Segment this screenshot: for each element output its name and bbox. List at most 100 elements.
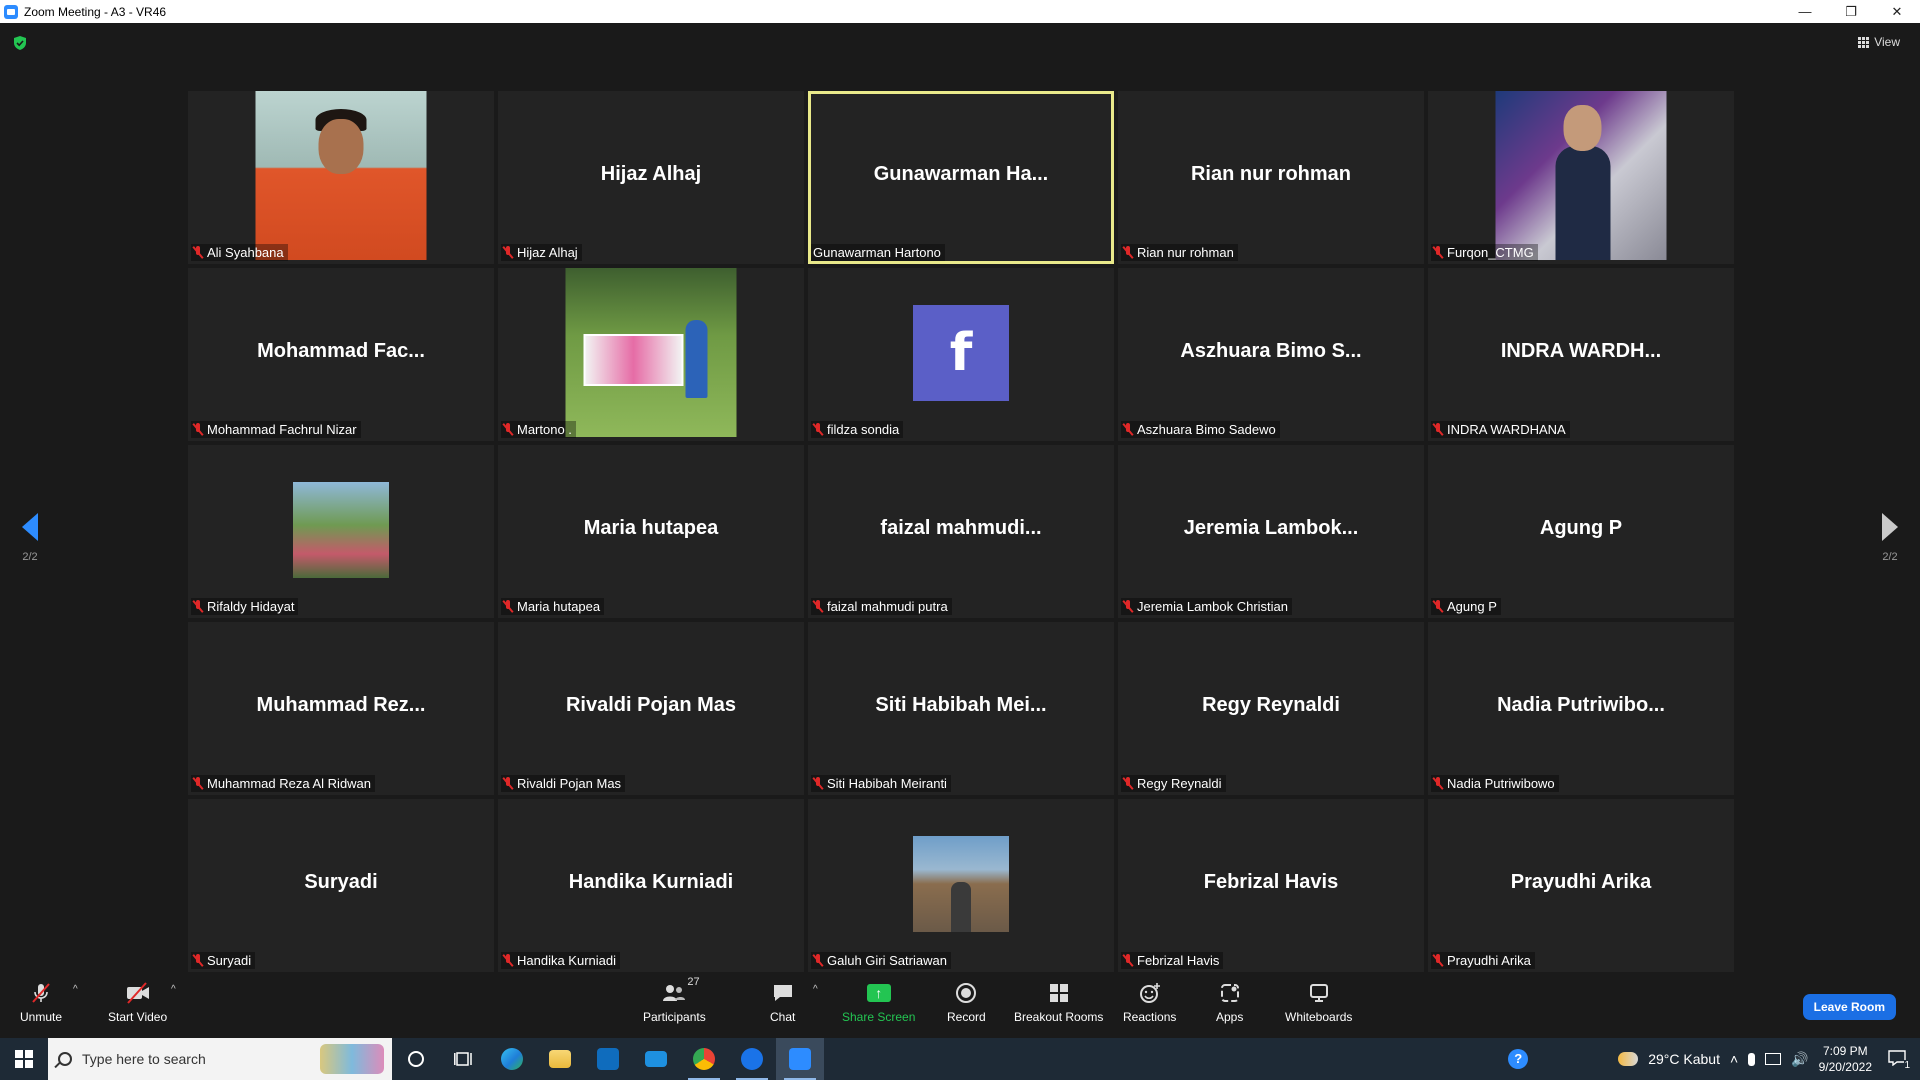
mic-muted-icon bbox=[1433, 954, 1443, 967]
mail-taskbar-button[interactable] bbox=[632, 1038, 680, 1080]
volume-icon[interactable]: 🔊 bbox=[1791, 1051, 1808, 1068]
restore-button[interactable]: ❐ bbox=[1828, 0, 1874, 23]
mic-muted-icon bbox=[1123, 246, 1133, 259]
participant-tile[interactable]: Nadia Putriwibo... Nadia Putriwibowo bbox=[1428, 622, 1734, 795]
chat-button[interactable]: Chat bbox=[770, 980, 795, 1024]
participants-button[interactable]: 27 Participants bbox=[643, 976, 706, 1024]
task-view-icon bbox=[454, 1052, 472, 1066]
participant-tile[interactable]: Rivaldi Pojan Mas Rivaldi Pojan Mas bbox=[498, 622, 804, 795]
reactions-button[interactable]: Reactions bbox=[1123, 980, 1176, 1024]
participant-name-label: Regy Reynaldi bbox=[1121, 775, 1226, 792]
tray-expand-icon[interactable]: ˄ bbox=[1730, 1051, 1738, 1067]
participant-tile[interactable]: Maria hutapea Maria hutapea bbox=[498, 445, 804, 618]
participant-tile[interactable]: Jeremia Lambok... Jeremia Lambok Christia… bbox=[1118, 445, 1424, 618]
leave-room-button[interactable]: Leave Room bbox=[1802, 994, 1896, 1020]
minimize-button[interactable]: — bbox=[1782, 0, 1828, 23]
clock-date: 9/20/2022 bbox=[1818, 1060, 1872, 1074]
participant-tile[interactable]: Suryadi Suryadi bbox=[188, 799, 494, 972]
participant-name: Rivaldi Pojan Mas bbox=[517, 776, 622, 791]
mic-muted-icon bbox=[1433, 600, 1443, 613]
participant-tile[interactable]: Ali Syahbana bbox=[188, 91, 494, 264]
share-screen-button[interactable]: ↑ Share Screen bbox=[842, 980, 915, 1024]
participant-tile[interactable]: Muhammad Rez... Muhammad Reza Al Ridwan bbox=[188, 622, 494, 795]
participant-tile[interactable]: Regy Reynaldi Regy Reynaldi bbox=[1118, 622, 1424, 795]
participant-display-name: Rian nur rohman bbox=[1190, 163, 1351, 185]
teamviewer-taskbar-button[interactable] bbox=[728, 1038, 776, 1080]
chrome-taskbar-button[interactable] bbox=[680, 1038, 728, 1080]
security-shield-icon[interactable] bbox=[12, 35, 28, 51]
weather-text[interactable]: 29°C Kabut bbox=[1648, 1051, 1720, 1067]
start-button[interactable] bbox=[0, 1038, 48, 1080]
apps-button[interactable]: Apps bbox=[1216, 980, 1243, 1024]
store-taskbar-button[interactable] bbox=[584, 1038, 632, 1080]
participant-name: Rian nur rohman bbox=[1137, 245, 1234, 260]
participant-tile[interactable]: INDRA WARDH... INDRA WARDHANA bbox=[1428, 268, 1734, 441]
file-explorer-taskbar-button[interactable] bbox=[536, 1038, 584, 1080]
previous-page-button[interactable]: 2/2 bbox=[10, 513, 50, 563]
meeting-toolbar: Unmute ^ Start Video ^ 27 Participants C… bbox=[0, 976, 1920, 1038]
participant-display-name: Regy Reynaldi bbox=[1202, 694, 1340, 716]
participant-display-name: Maria hutapea bbox=[583, 517, 719, 539]
store-icon bbox=[597, 1048, 619, 1070]
participant-tile[interactable]: Siti Habibah Mei... Siti Habibah Meiranti bbox=[808, 622, 1114, 795]
participant-name: Aszhuara Bimo Sadewo bbox=[1137, 422, 1276, 437]
breakout-rooms-button[interactable]: Breakout Rooms bbox=[1014, 980, 1103, 1024]
start-video-button[interactable]: Start Video bbox=[108, 980, 167, 1024]
cortana-button[interactable] bbox=[392, 1038, 440, 1080]
unmute-button[interactable]: Unmute bbox=[20, 980, 62, 1024]
participant-tile[interactable]: Rian nur rohman Rian nur rohman bbox=[1118, 91, 1424, 264]
mic-muted-icon bbox=[503, 246, 513, 259]
participant-tile[interactable]: Rifaldy Hidayat bbox=[188, 445, 494, 618]
next-page-button[interactable]: 2/2 bbox=[1870, 513, 1910, 563]
participant-name: Prayudhi Arika bbox=[1447, 953, 1531, 968]
participant-tile[interactable]: Furqon_CTMG bbox=[1428, 91, 1734, 264]
help-icon[interactable]: ? bbox=[1508, 1049, 1529, 1069]
task-view-button[interactable] bbox=[440, 1038, 488, 1080]
taskbar-search[interactable]: Type here to search bbox=[48, 1038, 392, 1080]
mic-muted-icon bbox=[503, 600, 513, 613]
edge-icon bbox=[501, 1048, 523, 1070]
participant-name-label: Galuh Giri Satriawan bbox=[811, 952, 951, 969]
close-button[interactable]: ✕ bbox=[1874, 0, 1920, 23]
participant-tile[interactable]: Aszhuara Bimo S... Aszhuara Bimo Sadewo bbox=[1118, 268, 1424, 441]
video-options-caret[interactable]: ^ bbox=[171, 984, 176, 995]
zoom-taskbar-button[interactable] bbox=[776, 1038, 824, 1080]
edge-taskbar-button[interactable] bbox=[488, 1038, 536, 1080]
participant-name: Agung P bbox=[1447, 599, 1497, 614]
participant-tile[interactable]: Handika Kurniadi Handika Kurniadi bbox=[498, 799, 804, 972]
participant-tile[interactable]: Agung P Agung P bbox=[1428, 445, 1734, 618]
window-controls: — ❐ ✕ bbox=[1782, 0, 1920, 23]
microphone-icon[interactable] bbox=[1748, 1052, 1756, 1066]
participant-tile[interactable]: Galuh Giri Satriawan bbox=[808, 799, 1114, 972]
participant-name-label: INDRA WARDHANA bbox=[1431, 421, 1570, 438]
start-video-label: Start Video bbox=[108, 1010, 168, 1024]
share-options-caret[interactable]: ^ bbox=[813, 984, 818, 995]
participant-name: INDRA WARDHANA bbox=[1447, 422, 1566, 437]
network-icon[interactable] bbox=[1765, 1053, 1782, 1065]
whiteboards-button[interactable]: Whiteboards bbox=[1285, 980, 1352, 1024]
apps-icon bbox=[1219, 980, 1241, 1006]
mic-muted-icon bbox=[193, 954, 203, 967]
audio-options-caret[interactable]: ^ bbox=[73, 984, 78, 995]
search-icon bbox=[58, 1052, 72, 1066]
participant-name-label: Nadia Putriwibowo bbox=[1431, 775, 1559, 792]
mail-icon bbox=[645, 1051, 667, 1067]
participant-display-name: Mohammad Fac... bbox=[257, 340, 425, 362]
participant-tile[interactable]: Febrizal Havis Febrizal Havis bbox=[1118, 799, 1424, 972]
notification-icon bbox=[1888, 1049, 1906, 1066]
participant-tile[interactable]: Martono . bbox=[498, 268, 804, 441]
participant-tile[interactable]: Mohammad Fac... Mohammad Fachrul Nizar bbox=[188, 268, 494, 441]
participant-name: Jeremia Lambok Christian bbox=[1137, 599, 1289, 614]
participant-tile[interactable]: faizal mahmudi... faizal mahmudi putra bbox=[808, 445, 1114, 618]
participant-video bbox=[1495, 91, 1667, 260]
participant-tile[interactable]: Hijaz Alhaj Hijaz Alhaj bbox=[498, 91, 804, 264]
participant-tile[interactable]: Prayudhi Arika Prayudhi Arika bbox=[1428, 799, 1734, 972]
clock[interactable]: 7:09 PM 9/20/2022 bbox=[1819, 1043, 1872, 1075]
record-button[interactable]: Record bbox=[947, 980, 986, 1024]
participant-tile[interactable]: Gunawarman Ha... Gunawarman Hartono bbox=[808, 91, 1114, 264]
view-button[interactable]: View bbox=[1858, 35, 1900, 49]
notification-button[interactable]: 1 bbox=[1882, 1049, 1912, 1071]
participant-tile[interactable]: f fildza sondia bbox=[808, 268, 1114, 441]
window-titlebar: Zoom Meeting - A3 - VR46 — ❐ ✕ bbox=[0, 0, 1920, 23]
unmute-label: Unmute bbox=[20, 1010, 63, 1024]
